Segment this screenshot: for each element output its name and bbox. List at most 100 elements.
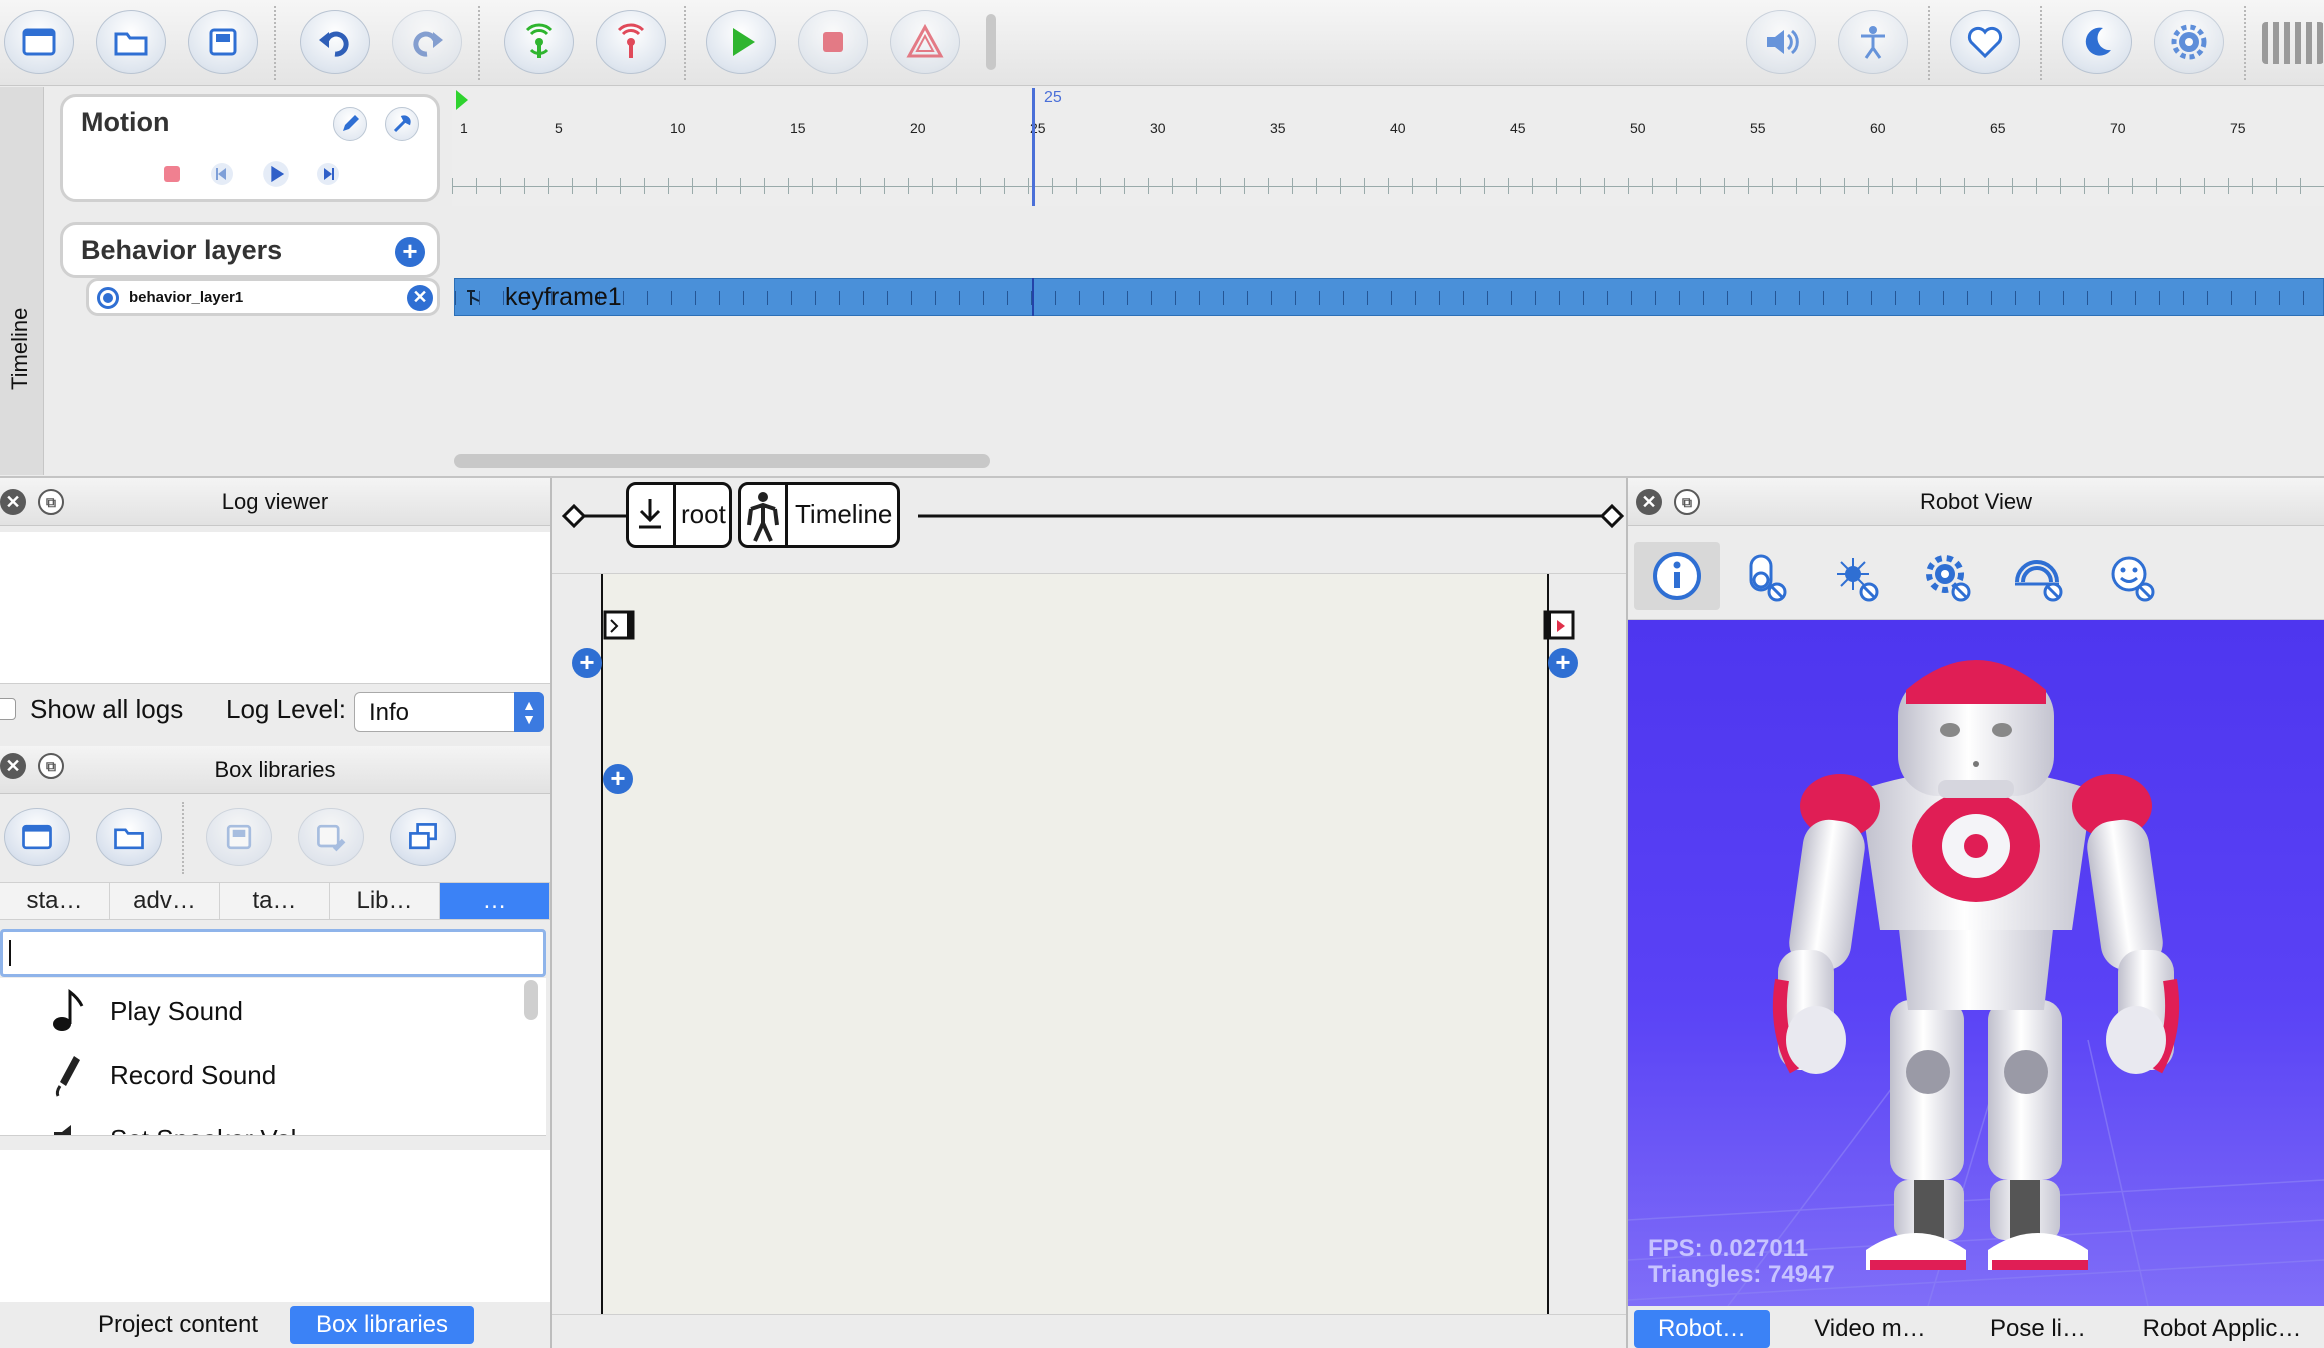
log-viewer-header: Log viewer [0,478,550,526]
layer-name: behavior_layer1 [129,289,244,306]
playhead-in-layer [1032,278,1034,316]
output-onstopped-icon[interactable] [1543,610,1577,642]
tick-label: 45 [1510,120,1526,136]
sleep-icon[interactable] [2062,10,2132,74]
library-tab[interactable]: ta… [220,883,330,919]
joints-hidden-icon[interactable] [1726,542,1800,610]
playhead-frame-label: 25 [1044,89,1062,106]
tick-label: 40 [1390,120,1406,136]
main-toolbar [0,0,2324,86]
library-tab[interactable]: sta… [0,883,110,919]
list-item-label: Play Sound [110,996,243,1026]
timeline-ruler[interactable]: 1 5 10 15 20 25 30 35 40 45 50 55 60 65 … [452,88,2324,206]
list-item[interactable]: Record Sound [0,1044,520,1106]
robot-view-title: Robot View [1919,488,2033,514]
music-note-icon [53,988,84,1031]
face-hidden-icon[interactable] [2094,542,2168,610]
battery-icon [2262,22,2324,64]
log-level-value: Info [369,699,410,726]
log-level-select[interactable]: Info ▲ ▼ [354,692,544,732]
add-input-left-button[interactable]: + [572,648,602,678]
triangles-readout: Triangles: 74947 [1648,1261,1835,1288]
save-icon[interactable] [188,10,258,74]
warning-icon[interactable] [890,10,960,74]
library-windows-icon[interactable] [390,808,456,866]
motion-next-icon[interactable] [311,157,345,191]
play-icon[interactable] [706,10,776,74]
library-splitter[interactable] [0,1136,550,1150]
timeline-side-tab[interactable]: Timeline [0,87,44,475]
show-all-logs-checkbox[interactable] [0,698,16,720]
tick-label: 30 [1150,120,1166,136]
library-tab[interactable]: Lib… [330,883,440,919]
remove-layer-icon[interactable]: ✕ [407,285,433,311]
add-input-button[interactable]: + [603,764,633,794]
breadcrumb-timeline[interactable]: Timeline [738,482,900,548]
list-item[interactable]: Set Speaker Vol. [0,1108,520,1135]
tick-label: 60 [1870,120,1886,136]
heart-icon[interactable] [1950,10,2020,74]
toolbar-splitter[interactable] [986,14,996,70]
redo-icon[interactable] [392,10,462,74]
close-icon[interactable]: ✕ [1636,489,1662,515]
library-tab-active[interactable]: … [440,883,550,919]
info-icon[interactable] [1634,542,1720,610]
box-description-panel [0,1150,550,1302]
float-icon[interactable]: ⧉ [38,489,64,515]
volume-icon[interactable] [1746,10,1816,74]
undo-icon[interactable] [300,10,370,74]
connect-icon[interactable] [504,10,574,74]
open-library-icon[interactable] [96,808,162,866]
tab-robot-view[interactable]: Robot… [1634,1310,1770,1348]
robot-3d-viewport[interactable]: FPS: 0.027011 Triangles: 74947 [1628,620,2324,1306]
tab-robot-applications[interactable]: Robot Applic… [2122,1310,2322,1348]
posture-icon[interactable] [1838,10,1908,74]
tab-box-libraries[interactable]: Box libraries [290,1306,474,1344]
tick-label: 75 [2230,120,2246,136]
start-marker-icon[interactable] [454,90,470,114]
sonar-hidden-icon[interactable] [2002,542,2076,610]
float-icon[interactable]: ⧉ [38,753,64,779]
tab-video-monitor[interactable]: Video m… [1782,1310,1958,1348]
timeline-horizontal-scrollbar[interactable] [454,454,990,468]
disconnect-icon[interactable] [596,10,666,74]
edit-motion-icon[interactable] [333,107,367,141]
close-icon[interactable]: ✕ [0,753,26,779]
input-onstart-icon[interactable] [603,610,637,642]
behavior-layer-row[interactable]: behavior_layer1 ✕ [86,278,440,316]
new-icon[interactable] [4,10,74,74]
library-search-input[interactable] [0,929,546,977]
keyframe-icon [467,290,480,305]
motion-prev-icon[interactable] [205,157,239,191]
float-icon[interactable]: ⧉ [1674,489,1700,515]
open-icon[interactable] [96,10,166,74]
save-as-library-icon[interactable] [298,808,364,866]
settings-icon[interactable] [2154,10,2224,74]
log-output[interactable] [0,532,550,684]
tab-pose-library[interactable]: Pose li… [1964,1310,2112,1348]
library-tab[interactable]: adv… [110,883,220,919]
close-icon[interactable]: ✕ [0,489,26,515]
list-item[interactable]: Play Sound [0,980,520,1042]
sensors-hidden-icon[interactable] [1818,542,1892,610]
flow-diagram-canvas[interactable]: + [601,574,1575,1314]
motion-stop-icon[interactable] [155,157,189,191]
flow-horizontal-scrollbar[interactable] [552,1314,1626,1348]
stop-icon[interactable] [798,10,868,74]
playhead[interactable] [1032,88,1035,206]
add-output-right-button[interactable]: + [1548,648,1578,678]
fps-readout: FPS: 0.027011 [1648,1235,1809,1262]
layer-radio-icon[interactable] [97,287,119,309]
library-list-scrollbar[interactable] [524,980,538,1020]
new-library-icon[interactable] [4,808,70,866]
show-all-logs-label: Show all logs [30,694,184,724]
motion-settings-icon[interactable] [385,107,419,141]
tick-label: 10 [670,120,686,136]
tab-project-content[interactable]: Project content [74,1306,282,1344]
gear-hidden-icon[interactable] [1910,542,1984,610]
add-layer-button[interactable]: + [395,237,425,267]
motion-play-icon[interactable] [259,157,293,191]
save-library-icon[interactable] [206,808,272,866]
breadcrumb-root[interactable]: root [626,482,732,548]
keyframe-bar[interactable]: keyframe1 [454,278,2324,316]
